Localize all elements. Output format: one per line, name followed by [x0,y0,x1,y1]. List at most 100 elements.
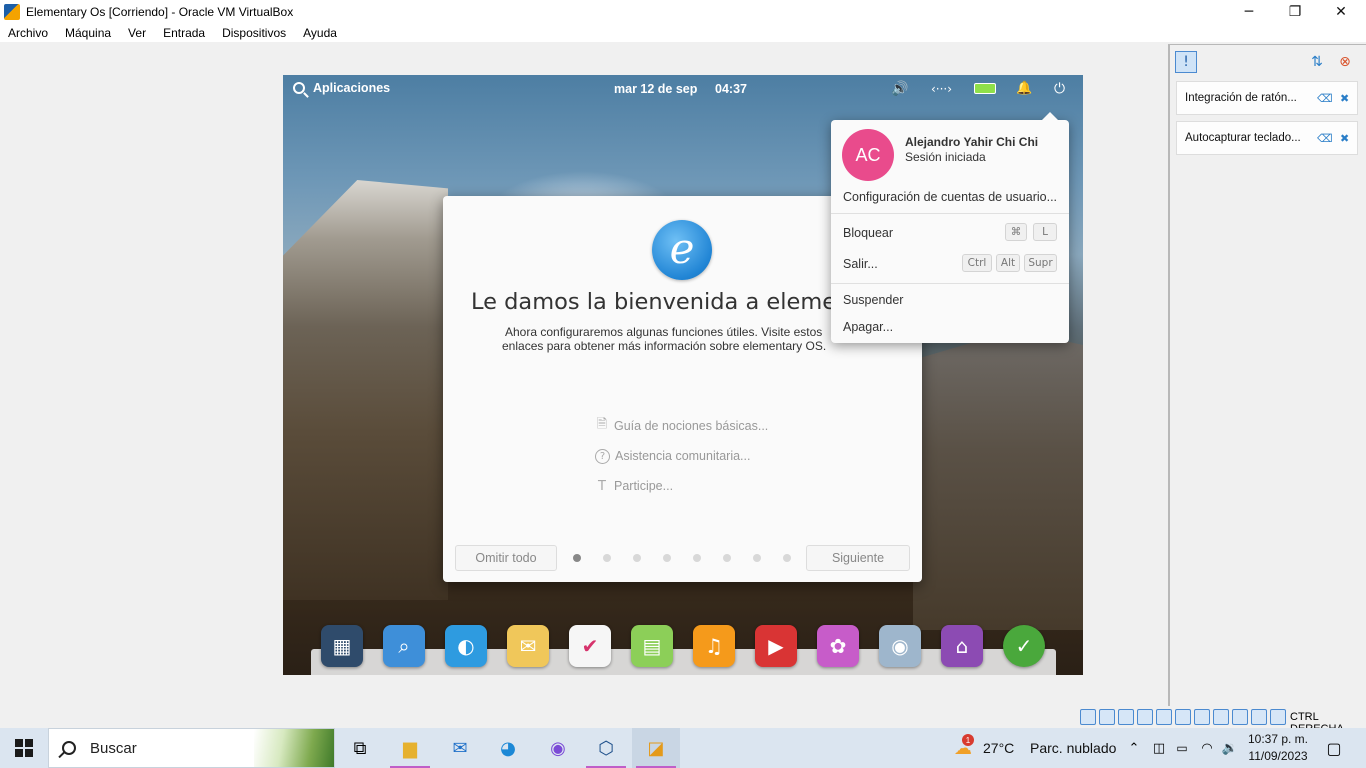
hard-disk-icon[interactable] [1080,709,1096,725]
calendar-icon[interactable]: ▤ [631,625,673,667]
network-icon[interactable]: ‹···› [931,82,952,96]
edge-browser-icon[interactable]: ◕ [484,728,532,768]
chevron-up-icon[interactable]: ⌃ [1124,728,1144,768]
start-button[interactable] [0,728,48,768]
network-adapter-icon[interactable] [1137,709,1153,725]
lock-item[interactable]: Bloquear [843,226,893,240]
link-community-support[interactable]: ? Asistencia comunitaria... [595,441,768,471]
keyboard-capture-icon[interactable] [1270,709,1286,725]
web-browser-icon[interactable]: ◐ [445,625,487,667]
action-center-icon[interactable]: ▢ [1318,728,1350,768]
mail-icon[interactable]: ✉ [507,625,549,667]
file-explorer-icon[interactable]: ▆ [386,728,434,768]
appcenter-icon[interactable]: ⌂ [941,625,983,667]
power-icon[interactable]: ⏻ [1054,81,1065,97]
menubar: Archivo Máquina Ver Entrada Dispositivos… [0,24,1366,42]
installer-icon[interactable]: ✓ [1003,625,1045,667]
notification-mouse-integration[interactable]: Integración de ratón... ⌫ ✖ [1176,81,1358,115]
page-dot[interactable] [573,554,581,562]
notifications-icon[interactable]: 🔔 [1016,81,1032,96]
sound-icon[interactable]: 🔊 [891,81,908,97]
videos-icon[interactable]: ▶ [755,625,797,667]
sort-icon[interactable]: ⇅ [1306,51,1328,73]
battery-tray-icon[interactable]: ▭ [1172,728,1192,768]
taskbar-search-box[interactable]: Buscar [48,728,335,768]
chat-app-icon[interactable]: ◉ [534,728,582,768]
page-dot[interactable] [723,554,731,562]
maximize-button[interactable]: ❐ [1272,0,1318,24]
photos-icon[interactable]: ✿ [817,625,859,667]
menu-archivo[interactable]: Archivo [8,26,48,40]
notification-label: Integración de ratón... [1185,92,1297,104]
link-label: Guía de nociones básicas... [614,419,769,433]
files-icon[interactable]: ⌕ [383,625,425,667]
audio-icon[interactable] [1118,709,1134,725]
skip-all-button[interactable]: Omitir todo [455,545,557,571]
page-dot[interactable] [633,554,641,562]
mouse-integration-icon[interactable] [1251,709,1267,725]
applications-label: Aplicaciones [313,81,391,95]
mute-icon[interactable]: ⌫ [1317,92,1333,105]
shortcut-key-alt: Alt [996,254,1020,272]
virtualbox-taskbar-icon[interactable]: ⬡ [582,728,630,768]
close-icon[interactable]: ✖ [1340,132,1349,145]
cpu-icon[interactable] [1232,709,1248,725]
page-dot[interactable] [663,554,671,562]
music-icon[interactable]: ♫ [693,625,735,667]
panel-time[interactable]: 04:37 [715,82,747,96]
shutdown-item[interactable]: Apagar... [843,320,893,334]
page-dot[interactable] [693,554,701,562]
meet-now-icon[interactable]: ◫ [1149,728,1169,768]
notification-center-icon[interactable]: ! [1175,51,1197,73]
weather-temperature[interactable]: 27°C [983,740,1014,756]
separator [831,283,1069,284]
mute-icon[interactable]: ⌫ [1317,132,1333,145]
battery-icon[interactable] [974,83,996,94]
device-status-icons [1080,709,1289,725]
suspend-item[interactable]: Suspender [843,293,903,307]
usb-icon[interactable] [1156,709,1172,725]
search-icon [293,82,305,94]
menu-maquina[interactable]: Máquina [65,26,111,40]
vm-screen[interactable]: Aplicaciones mar 12 de sep 04:37 🔊 ‹···›… [283,75,1083,675]
page-dot[interactable] [783,554,791,562]
applications-menu[interactable]: Aplicaciones [293,81,390,95]
link-basics-guide[interactable]: 🗎 Guía de nociones básicas... [595,411,769,441]
recording-icon[interactable] [1213,709,1229,725]
page-dot[interactable] [603,554,611,562]
volume-icon[interactable]: 🔉 [1220,728,1240,768]
menu-entrada[interactable]: Entrada [163,26,205,40]
close-button[interactable]: ✕ [1318,0,1364,24]
menu-ver[interactable]: Ver [128,26,146,40]
clock-date: 11/09/2023 [1248,749,1308,763]
menu-ayuda[interactable]: Ayuda [303,26,337,40]
menu-dispositivos[interactable]: Dispositivos [222,26,286,40]
elementary-logo-icon [652,220,712,280]
shortcut-key-ctrl: Ctrl [962,254,992,272]
taskbar-clock[interactable]: 10:37 p. m. 11/09/2023 [1246,731,1310,765]
display-icon[interactable] [1194,709,1210,725]
next-button[interactable]: Siguiente [806,545,910,571]
shared-folders-icon[interactable] [1175,709,1191,725]
separator [831,213,1069,214]
minimize-button[interactable]: ─ [1226,0,1272,24]
mail-app-icon[interactable]: ✉ [436,728,484,768]
weather-icon[interactable]: ☁ [948,728,978,768]
account-settings-item[interactable]: Configuración de cuentas de usuario... [843,190,1057,204]
virtualbox-app-icon [4,4,20,20]
notification-keyboard-capture[interactable]: Autocapturar teclado... ⌫ ✖ [1176,121,1358,155]
clear-all-icon[interactable]: ⊗ [1334,51,1356,73]
vm-window-taskbar-icon[interactable]: ◪ [632,728,680,768]
wifi-icon[interactable]: ◠ [1197,728,1217,768]
link-get-involved[interactable]: T Participe... [595,471,768,501]
logout-item[interactable]: Salir... [843,257,878,271]
close-icon[interactable]: ✖ [1340,92,1349,105]
weather-description[interactable]: Parc. nublado [1030,740,1116,756]
tasks-icon[interactable]: ✔ [569,625,611,667]
task-view-icon[interactable]: ⧉ [336,728,384,768]
optical-drive-icon[interactable] [1099,709,1115,725]
multitasking-view-icon[interactable]: ▦ [321,625,363,667]
system-settings-icon[interactable]: ◉ [879,625,921,667]
panel-date[interactable]: mar 12 de sep [614,82,697,96]
page-dot[interactable] [753,554,761,562]
